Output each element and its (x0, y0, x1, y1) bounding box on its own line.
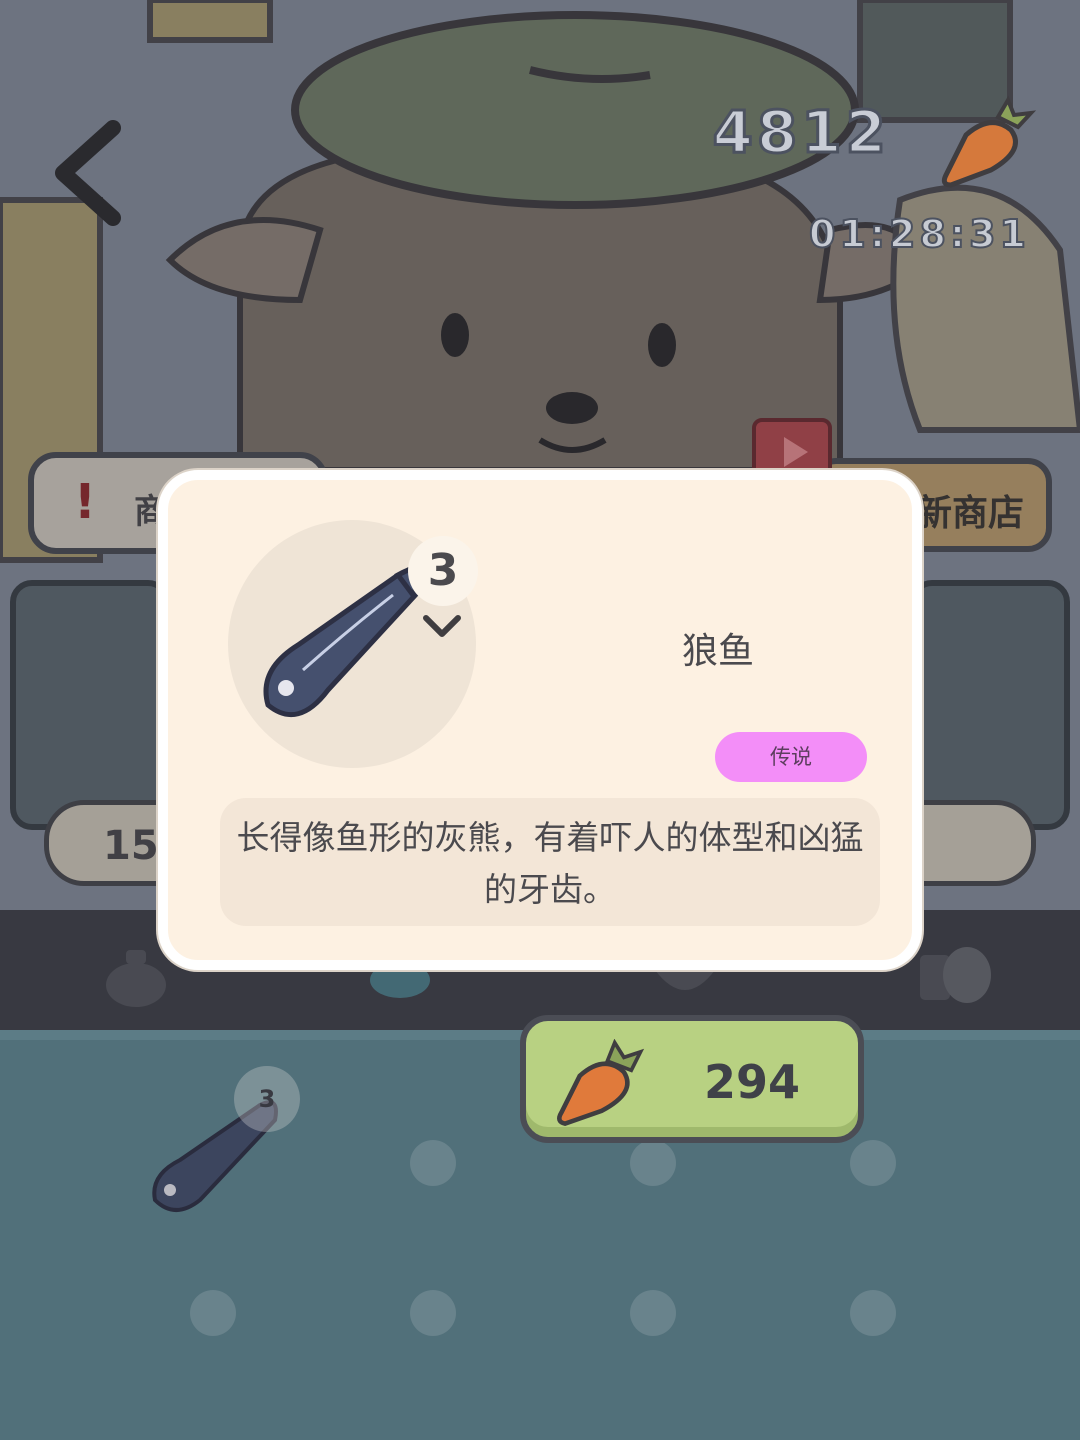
item-description: 长得像鱼形的灰熊，有着吓人的体型和凶猛的牙齿。 (220, 798, 880, 926)
empty-slot[interactable] (850, 1140, 896, 1186)
seed-icon[interactable] (915, 940, 995, 1010)
chevron-down-icon[interactable] (420, 612, 464, 642)
item-name: 狼鱼 (681, 631, 754, 672)
item-detail-modal: 3 狼鱼 传说 长得像鱼形的灰熊，有着吓人的体型和凶猛的牙齿。 (158, 470, 922, 970)
empty-slot[interactable] (410, 1290, 456, 1336)
restock-timer: 01:28:31 (808, 211, 1030, 257)
display-tray-right[interactable] (910, 580, 1070, 830)
buy-price: 294 (704, 1055, 801, 1109)
carrot-balance: 4812 (711, 97, 890, 168)
game-scene: ! 商 新商店 150 3 4812 01:28:31 3 狼鱼 传说 长得像鱼… (0, 0, 1080, 1440)
empty-slot[interactable] (630, 1140, 676, 1186)
rarity-badge: 传说 (715, 732, 867, 782)
back-icon[interactable] (48, 118, 128, 228)
carrot-icon (557, 1039, 645, 1127)
display-tray-left[interactable] (10, 580, 170, 830)
alert-icon: ! (74, 474, 96, 530)
empty-slot[interactable] (190, 1290, 236, 1336)
empty-slot[interactable] (850, 1290, 896, 1336)
empty-slot[interactable] (410, 1140, 456, 1186)
empty-slot[interactable] (630, 1290, 676, 1336)
carrot-icon (941, 95, 1036, 188)
buy-button[interactable]: 294 (520, 1015, 864, 1143)
new-shop-label: 新商店 (915, 493, 1024, 534)
item-count-badge: 3 (408, 536, 478, 606)
inventory-slot-count: 3 (234, 1066, 300, 1132)
